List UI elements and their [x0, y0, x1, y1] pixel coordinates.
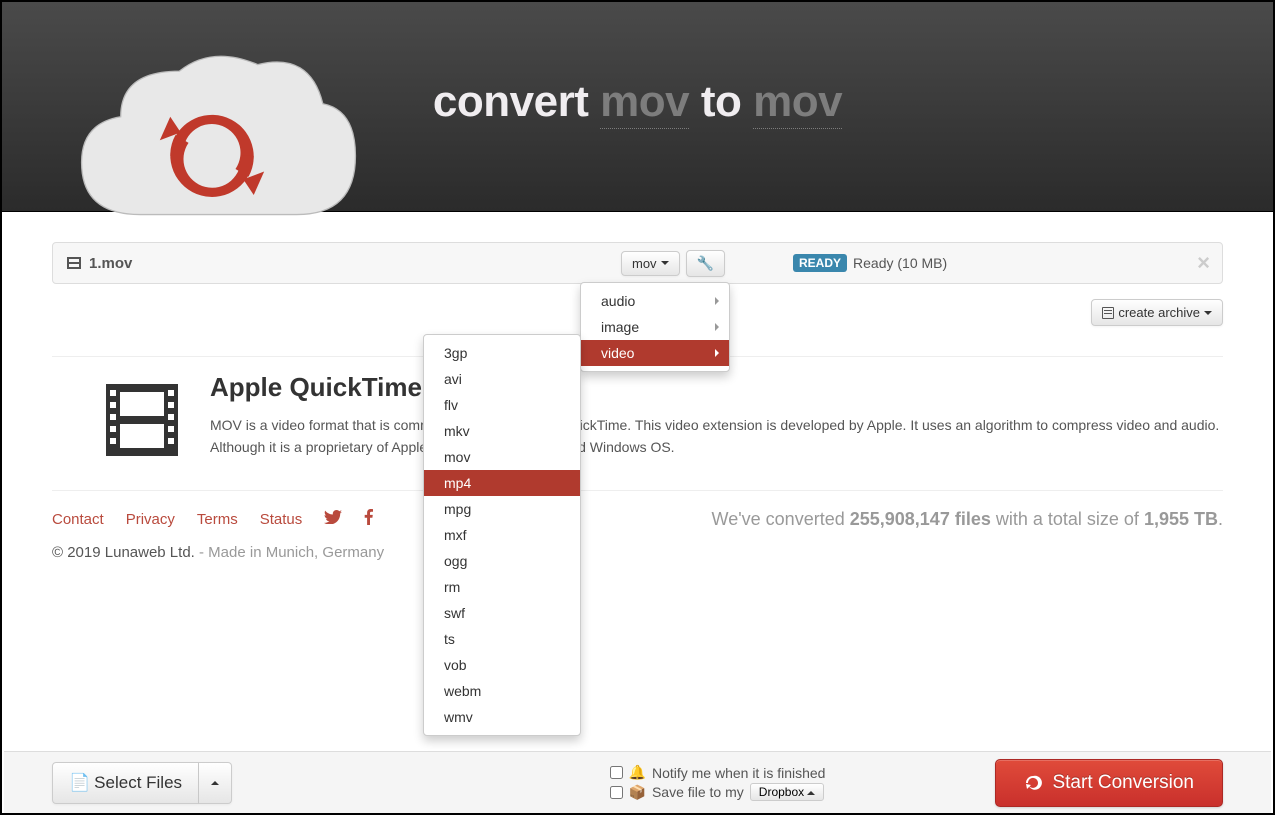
film-small-icon: [67, 256, 81, 270]
start-label: Start Conversion: [1052, 772, 1194, 794]
format-item-3gp[interactable]: 3gp: [424, 340, 580, 366]
facebook-icon[interactable]: [364, 509, 373, 530]
title-to-word: to: [701, 77, 742, 126]
select-files-button[interactable]: 📄 Select Files: [52, 762, 199, 804]
format-item-flv[interactable]: flv: [424, 392, 580, 418]
select-files-label: Select Files: [94, 773, 182, 793]
footer-links: Contact Privacy Terms Status: [52, 509, 384, 530]
save-to-option[interactable]: 📦 Save file to my Dropbox: [610, 783, 826, 801]
format-item-vob[interactable]: vob: [424, 652, 580, 678]
storage-label: Dropbox: [759, 785, 804, 799]
format-item-swf[interactable]: swf: [424, 600, 580, 626]
dropbox-icon: 📦: [629, 784, 646, 801]
title-format-from[interactable]: mov: [600, 77, 689, 129]
settings-button[interactable]: 🔧: [686, 250, 725, 277]
format-item-mxf[interactable]: mxf: [424, 522, 580, 548]
format-heading: Apple QuickTime Movie: [210, 372, 1223, 403]
title-prefix: convert: [433, 77, 588, 126]
format-select-button[interactable]: mov: [621, 251, 680, 276]
format-item-mp4[interactable]: mp4: [424, 470, 580, 496]
format-description: MOV is a video format that is commonly a…: [210, 415, 1223, 458]
format-info: Apple QuickTime Movie MOV is a video for…: [52, 356, 1223, 490]
format-dropdown: 3gpaviflvmkvmovmp4mpgmxfoggrmswftsvobweb…: [423, 334, 581, 736]
wrench-icon: 🔧: [697, 255, 714, 272]
category-item-image[interactable]: image: [581, 314, 729, 340]
footer-link-privacy[interactable]: Privacy: [126, 511, 175, 528]
add-file-icon: 📄: [69, 773, 90, 793]
format-item-webm[interactable]: webm: [424, 678, 580, 704]
remove-file-button[interactable]: ×: [1197, 252, 1210, 274]
caret-up-icon: [807, 791, 815, 795]
create-archive-button[interactable]: create archive: [1091, 299, 1223, 326]
notify-checkbox[interactable]: [610, 766, 623, 779]
status-text: Ready (10 MB): [853, 255, 947, 271]
caret-up-icon: [211, 781, 219, 785]
category-item-video[interactable]: video: [581, 340, 729, 366]
file-name: 1.mov: [89, 255, 132, 272]
header-banner: convert mov to mov: [2, 2, 1273, 212]
create-archive-label: create archive: [1118, 305, 1200, 320]
notify-option[interactable]: 🔔 Notify me when it is finished: [610, 764, 826, 781]
caret-down-icon: [1204, 311, 1212, 315]
title-format-to[interactable]: mov: [753, 77, 842, 129]
format-item-rm[interactable]: rm: [424, 574, 580, 600]
footer-link-status[interactable]: Status: [260, 511, 303, 528]
format-item-mkv[interactable]: mkv: [424, 418, 580, 444]
format-item-avi[interactable]: avi: [424, 366, 580, 392]
storage-select-button[interactable]: Dropbox: [750, 783, 825, 801]
caret-down-icon: [661, 261, 669, 265]
category-item-audio[interactable]: audio: [581, 288, 729, 314]
footer-link-terms[interactable]: Terms: [197, 511, 238, 528]
format-item-ts[interactable]: ts: [424, 626, 580, 652]
notify-label: Notify me when it is finished: [652, 765, 826, 781]
refresh-icon: [1024, 774, 1042, 792]
select-files-more-button[interactable]: [199, 762, 232, 804]
save-to-checkbox[interactable]: [610, 786, 623, 799]
file-row: 1.mov mov 🔧 READY Ready (10 MB) ×: [52, 242, 1223, 284]
bell-icon: 🔔: [629, 764, 646, 781]
twitter-icon[interactable]: [324, 510, 342, 529]
format-item-wmv[interactable]: wmv: [424, 704, 580, 730]
copyright: © 2019 Lunaweb Ltd. - Made in Munich, Ge…: [52, 544, 384, 561]
format-item-ogg[interactable]: ogg: [424, 548, 580, 574]
start-conversion-button[interactable]: Start Conversion: [995, 759, 1223, 807]
footer-link-contact[interactable]: Contact: [52, 511, 104, 528]
category-dropdown: audioimagevideo: [580, 282, 730, 372]
bottom-toolbar: 📄 Select Files 🔔 Notify me when it is fi…: [4, 751, 1271, 813]
stats-text: We've converted 255,908,147 files with a…: [712, 509, 1223, 561]
logo: [62, 32, 362, 244]
status-badge: READY: [793, 254, 847, 272]
archive-icon: [1102, 307, 1114, 319]
save-to-label: Save file to my: [652, 784, 744, 800]
film-icon: [102, 380, 182, 460]
format-item-mpg[interactable]: mpg: [424, 496, 580, 522]
format-item-mov[interactable]: mov: [424, 444, 580, 470]
format-selected-label: mov: [632, 256, 657, 271]
